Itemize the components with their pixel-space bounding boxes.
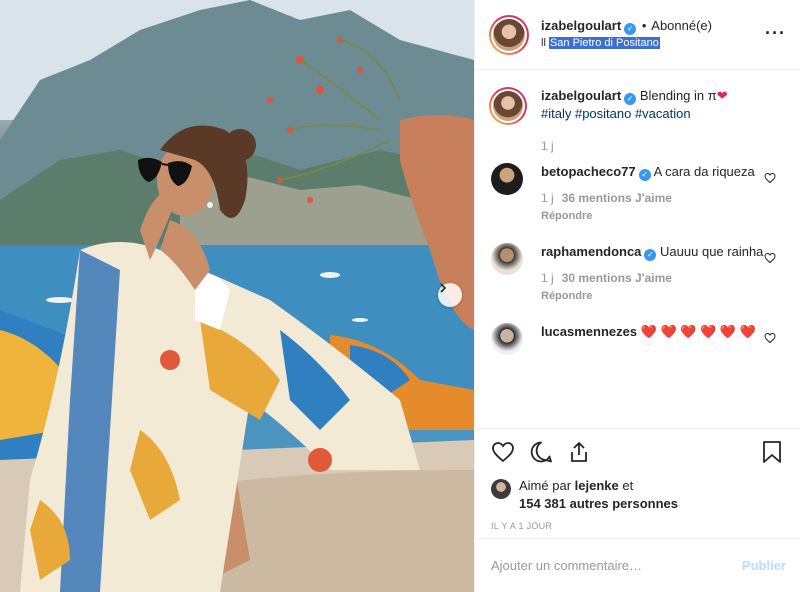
comment-time: 1 j [541,271,554,285]
comment-time: 1 j [541,191,554,205]
caption-item: izabelgoulart ✓ Blending in π❤ #italy #po… [489,87,784,153]
commenter-username[interactable]: raphamendonca [541,244,641,259]
comment-composer: Publier [475,538,800,592]
follow-status[interactable]: Abonné(e) [651,18,712,33]
author-username[interactable]: izabelgoulart [541,18,621,33]
photo-illustration [0,0,474,592]
comment-list[interactable]: izabelgoulart ✓ Blending in π❤ #italy #po… [475,71,800,428]
author-avatar[interactable] [489,14,529,55]
like-comment-heart-icon[interactable] [764,252,776,264]
share-button[interactable] [567,440,591,464]
likes-summary: Aimé par lejenke et 154 381 autres perso… [491,477,784,513]
post-sidebar: izabelgoulart ✓ • Abonné(e) ll San Pietro… [474,0,800,592]
comment-item: lucasmennezes ❤️ ❤️ ❤️ ❤️ ❤️ ❤️ [491,323,784,355]
caption-hashtags[interactable]: #italy #positano #vacation [541,105,764,123]
comment-button[interactable] [529,440,553,464]
post-photo[interactable] [0,0,474,592]
caption-time: 1 j [541,139,554,153]
comment-text: Uauuu que rainha [660,244,764,259]
commenter-avatar[interactable] [491,243,523,275]
verified-badge-icon: ✓ [644,249,657,261]
likes-prefix: Aimé par [519,478,572,493]
liker-avatar[interactable] [491,479,511,499]
reply-button[interactable]: Répondre [541,287,764,305]
comment-text: ❤️ ❤️ ❤️ ❤️ ❤️ ❤️ [640,324,756,339]
comment-likes[interactable]: 30 mentions J'aime [562,271,672,285]
comment-item: raphamendonca ✓ Uauuu que rainha 1 j 30 me… [491,243,784,305]
like-comment-heart-icon[interactable] [764,172,776,184]
comment-body: betopacheco77 ✓ A cara da riqueza 1 j 36 m… [541,163,784,225]
next-photo-button[interactable] [438,283,462,307]
publish-button[interactable]: Publier [742,558,786,573]
comment-item: betopacheco77 ✓ A cara da riqueza 1 j 36 m… [491,163,784,225]
post-header: izabelgoulart ✓ • Abonné(e) ll San Pietro… [475,0,800,70]
likes-connector: et [622,478,634,493]
instagram-post: izabelgoulart ✓ • Abonné(e) ll San Pietro… [0,0,800,592]
like-comment-heart-icon[interactable] [764,332,776,344]
heart-emoji: ❤ [716,88,728,103]
comment-meta: 1 j 30 mentions J'aime [541,271,764,285]
reply-button[interactable]: Répondre [541,207,764,225]
comment-text: A cara da riqueza [653,164,755,179]
separator-dot: • [641,18,647,34]
verified-badge-icon: ✓ [638,169,651,181]
location-prefix: ll [541,36,546,49]
comment-body: lucasmennezes ❤️ ❤️ ❤️ ❤️ ❤️ ❤️ [541,323,784,355]
caption-avatar[interactable] [489,87,527,125]
commenter-username[interactable]: lucasmennezes [541,324,637,339]
share-icon [571,441,587,462]
verified-badge-icon: ✓ [624,22,637,35]
commenter-avatar[interactable] [491,163,523,195]
post-actions: Aimé par lejenke et 154 381 autres perso… [475,428,800,538]
commenter-username[interactable]: betopacheco77 [541,164,636,179]
caption-username[interactable]: izabelgoulart [541,88,621,103]
comment-body: raphamendonca ✓ Uauuu que rainha 1 j 30 me… [541,243,784,305]
location-link[interactable]: San Pietro di Positano [548,36,660,49]
author-info: izabelgoulart ✓ • Abonné(e) ll San Pietro… [541,17,712,52]
first-liker-username[interactable]: lejenke [575,478,619,493]
action-icons [491,437,784,467]
save-button[interactable] [760,440,784,464]
chevron-right-icon [440,283,447,293]
more-options-button[interactable]: ··· [765,23,786,44]
location-line: ll San Pietro di Positano [541,35,712,52]
comment-icon [530,441,552,463]
likes-text: Aimé par lejenke et 154 381 autres perso… [519,477,678,513]
comment-input[interactable] [491,558,742,573]
ellipsis-icon: ··· [765,23,786,43]
heart-icon [492,442,514,463]
caption-body: izabelgoulart ✓ Blending in π❤ #italy #po… [541,87,784,153]
commenter-avatar[interactable] [491,323,523,355]
verified-badge-icon: ✓ [624,93,637,105]
post-time-ago[interactable]: IL Y A 1 JOUR [491,521,784,531]
bookmark-icon [763,441,781,463]
comment-meta: 1 j 36 mentions J'aime [541,191,764,205]
like-button[interactable] [491,440,515,464]
likes-count-link[interactable]: 154 381 autres personnes [519,496,678,511]
comment-likes[interactable]: 36 mentions J'aime [562,191,672,205]
caption-text: Blending in π [639,88,717,103]
